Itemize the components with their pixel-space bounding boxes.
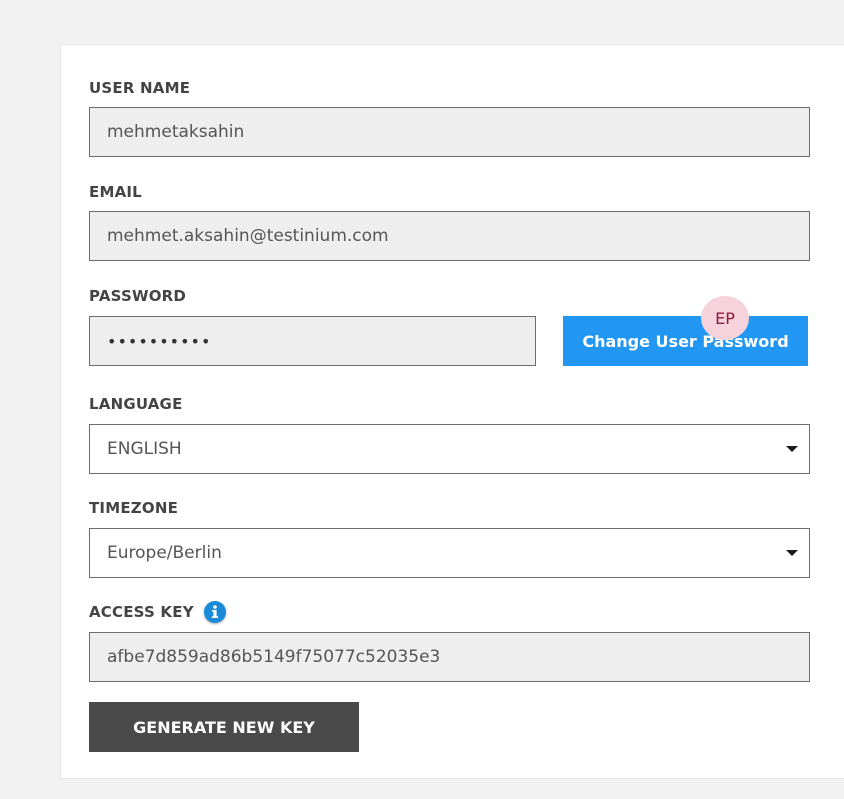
access-key-label: ACCESS KEY — [89, 603, 194, 621]
username-field[interactable]: mehmetaksahin — [89, 107, 810, 157]
avatar[interactable]: EP — [701, 296, 749, 340]
username-value: mehmetaksahin — [107, 122, 245, 142]
email-field[interactable]: mehmet.aksahin@testinium.com — [89, 211, 810, 261]
language-selected-value: ENGLISH — [107, 439, 182, 459]
password-label: PASSWORD — [89, 287, 187, 305]
generate-new-key-button[interactable]: GENERATE NEW KEY — [89, 702, 359, 752]
access-key-value: afbe7d859ad86b5149f75077c52035e3 — [107, 647, 441, 667]
email-label: EMAIL — [89, 183, 142, 201]
info-glyph — [212, 605, 218, 618]
password-value: •••••••••• — [107, 331, 212, 351]
timezone-select[interactable]: Europe/Berlin — [89, 528, 810, 578]
access-key-field[interactable]: afbe7d859ad86b5149f75077c52035e3 — [89, 632, 810, 682]
password-field[interactable]: •••••••••• — [89, 316, 536, 366]
language-select[interactable]: ENGLISH — [89, 424, 810, 474]
timezone-label: TIMEZONE — [89, 499, 179, 517]
timezone-selected-value: Europe/Berlin — [107, 543, 222, 563]
chevron-down-icon — [786, 446, 798, 452]
chevron-down-icon — [786, 550, 798, 556]
language-label: LANGUAGE — [89, 395, 183, 413]
username-label: USER NAME — [89, 79, 191, 97]
info-icon[interactable] — [204, 601, 226, 623]
email-value: mehmet.aksahin@testinium.com — [107, 226, 389, 246]
profile-settings-card: USER NAME mehmetaksahin EMAIL mehmet.aks… — [60, 44, 844, 779]
change-password-button[interactable]: Change User Password — [563, 316, 808, 366]
